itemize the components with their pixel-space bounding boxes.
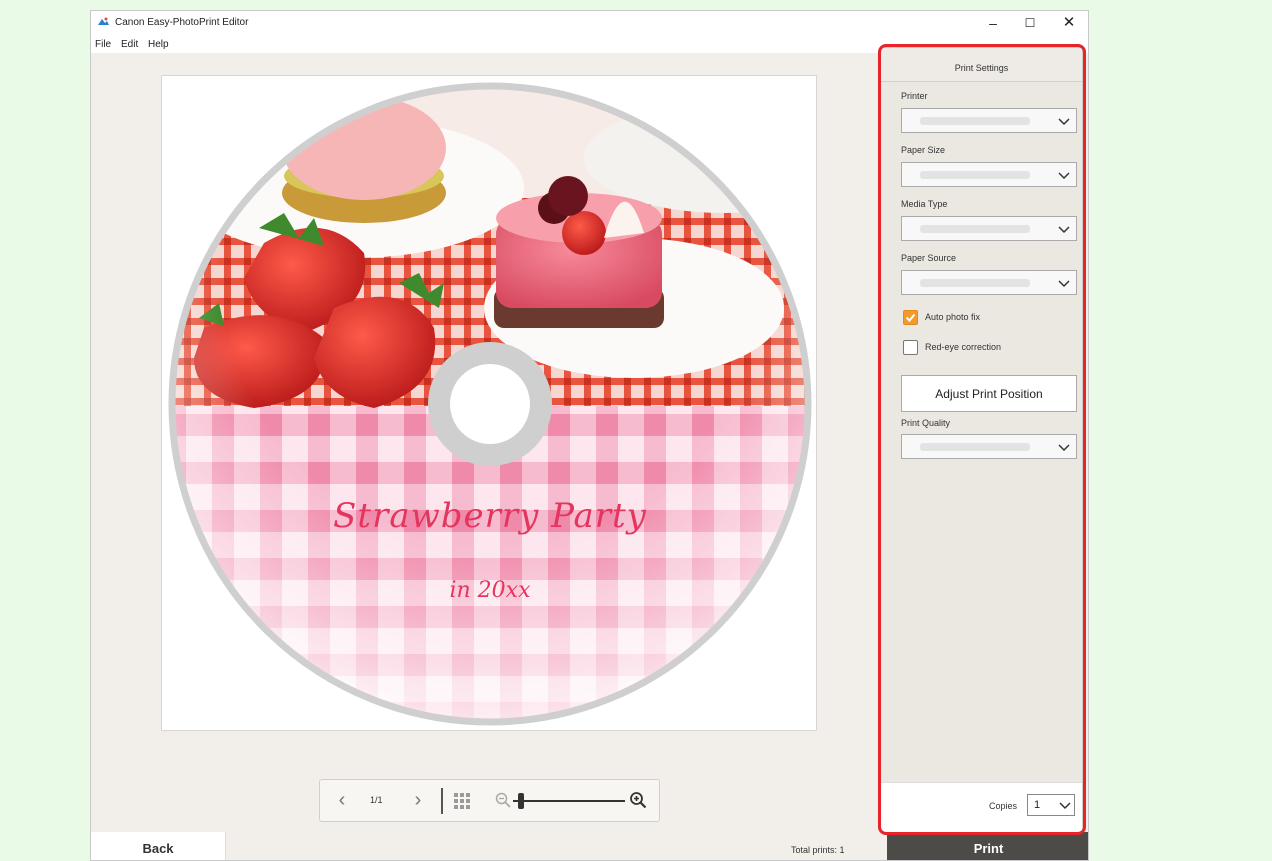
copies-label: Copies	[989, 801, 1018, 811]
chevron-down-icon	[1058, 226, 1070, 234]
red-eye-correction-checkbox[interactable]	[903, 340, 918, 355]
chevron-down-icon	[1058, 444, 1070, 452]
paper-source-select[interactable]	[901, 270, 1077, 295]
print-quality-value-blurred	[920, 443, 1030, 451]
chevron-down-icon	[1059, 802, 1071, 810]
previous-page-button[interactable]: ‹	[332, 789, 352, 813]
printer-select[interactable]	[901, 108, 1077, 133]
menu-help[interactable]: Help	[148, 39, 169, 50]
copies-section: Copies 1	[881, 782, 1082, 834]
zoom-slider-thumb[interactable]	[518, 793, 524, 809]
paper-source-value-blurred	[920, 279, 1030, 287]
print-quality-label: Print Quality	[901, 418, 951, 428]
zoom-out-icon[interactable]	[495, 792, 511, 808]
preview-area: Strawberry Party in 20xx ‹ 1/1 ›	[91, 53, 877, 832]
minimize-button[interactable]: –	[975, 13, 1011, 33]
auto-photo-fix-checkbox[interactable]	[903, 310, 918, 325]
window-title: Canon Easy-PhotoPrint Editor	[115, 17, 249, 28]
disc-preview[interactable]: Strawberry Party in 20xx	[164, 78, 816, 730]
total-prints-text: Total prints: 1	[791, 845, 845, 855]
copies-select[interactable]: 1	[1027, 794, 1075, 816]
media-type-value-blurred	[920, 225, 1030, 233]
printer-label: Printer	[901, 91, 928, 101]
page-indicator: 1/1	[370, 795, 383, 805]
chevron-down-icon	[1058, 172, 1070, 180]
print-preview-page: Strawberry Party in 20xx	[161, 75, 817, 731]
print-quality-select[interactable]	[901, 434, 1077, 459]
zoom-slider-track	[513, 800, 625, 802]
app-window: Canon Easy-PhotoPrint Editor – ☐ ✕ File …	[90, 10, 1089, 861]
app-logo-icon	[98, 17, 109, 25]
print-button[interactable]: Print	[887, 832, 1088, 860]
panel-title: Print Settings	[881, 48, 1082, 82]
toolbar-divider	[441, 788, 443, 814]
media-type-label: Media Type	[901, 199, 948, 209]
menu-file[interactable]: File	[95, 39, 111, 50]
copies-value: 1	[1034, 799, 1041, 811]
next-page-button[interactable]: ›	[408, 789, 428, 813]
paper-size-value-blurred	[920, 171, 1030, 179]
paper-size-select[interactable]	[901, 162, 1077, 187]
paper-source-label: Paper Source	[901, 253, 957, 263]
zoom-in-icon[interactable]	[629, 791, 647, 809]
chevron-down-icon	[1058, 280, 1070, 288]
disc-artwork	[168, 82, 812, 726]
print-settings-panel: Print Settings Printer Paper Size Media …	[880, 47, 1083, 834]
back-button[interactable]: Back	[91, 832, 226, 860]
printer-value-blurred	[920, 117, 1030, 125]
red-eye-correction-label: Red-eye correction	[925, 342, 1002, 352]
thumbnail-grid-icon[interactable]	[453, 792, 471, 810]
zoom-slider[interactable]	[513, 793, 625, 809]
close-button[interactable]: ✕	[1051, 13, 1087, 33]
page-navigation-toolbar: ‹ 1/1 ›	[319, 779, 660, 822]
paper-size-label: Paper Size	[901, 145, 946, 155]
adjust-print-position-button[interactable]: Adjust Print Position	[901, 375, 1077, 412]
chevron-down-icon	[1058, 118, 1070, 126]
checkmark-icon	[905, 313, 916, 322]
footer-bar: Back Total prints: 1 Print	[91, 832, 1088, 860]
title-bar: Canon Easy-PhotoPrint Editor – ☐ ✕	[91, 11, 1088, 35]
menu-edit[interactable]: Edit	[121, 39, 138, 50]
maximize-button[interactable]: ☐	[1012, 13, 1048, 33]
auto-photo-fix-label: Auto photo fix	[925, 312, 981, 322]
media-type-select[interactable]	[901, 216, 1077, 241]
